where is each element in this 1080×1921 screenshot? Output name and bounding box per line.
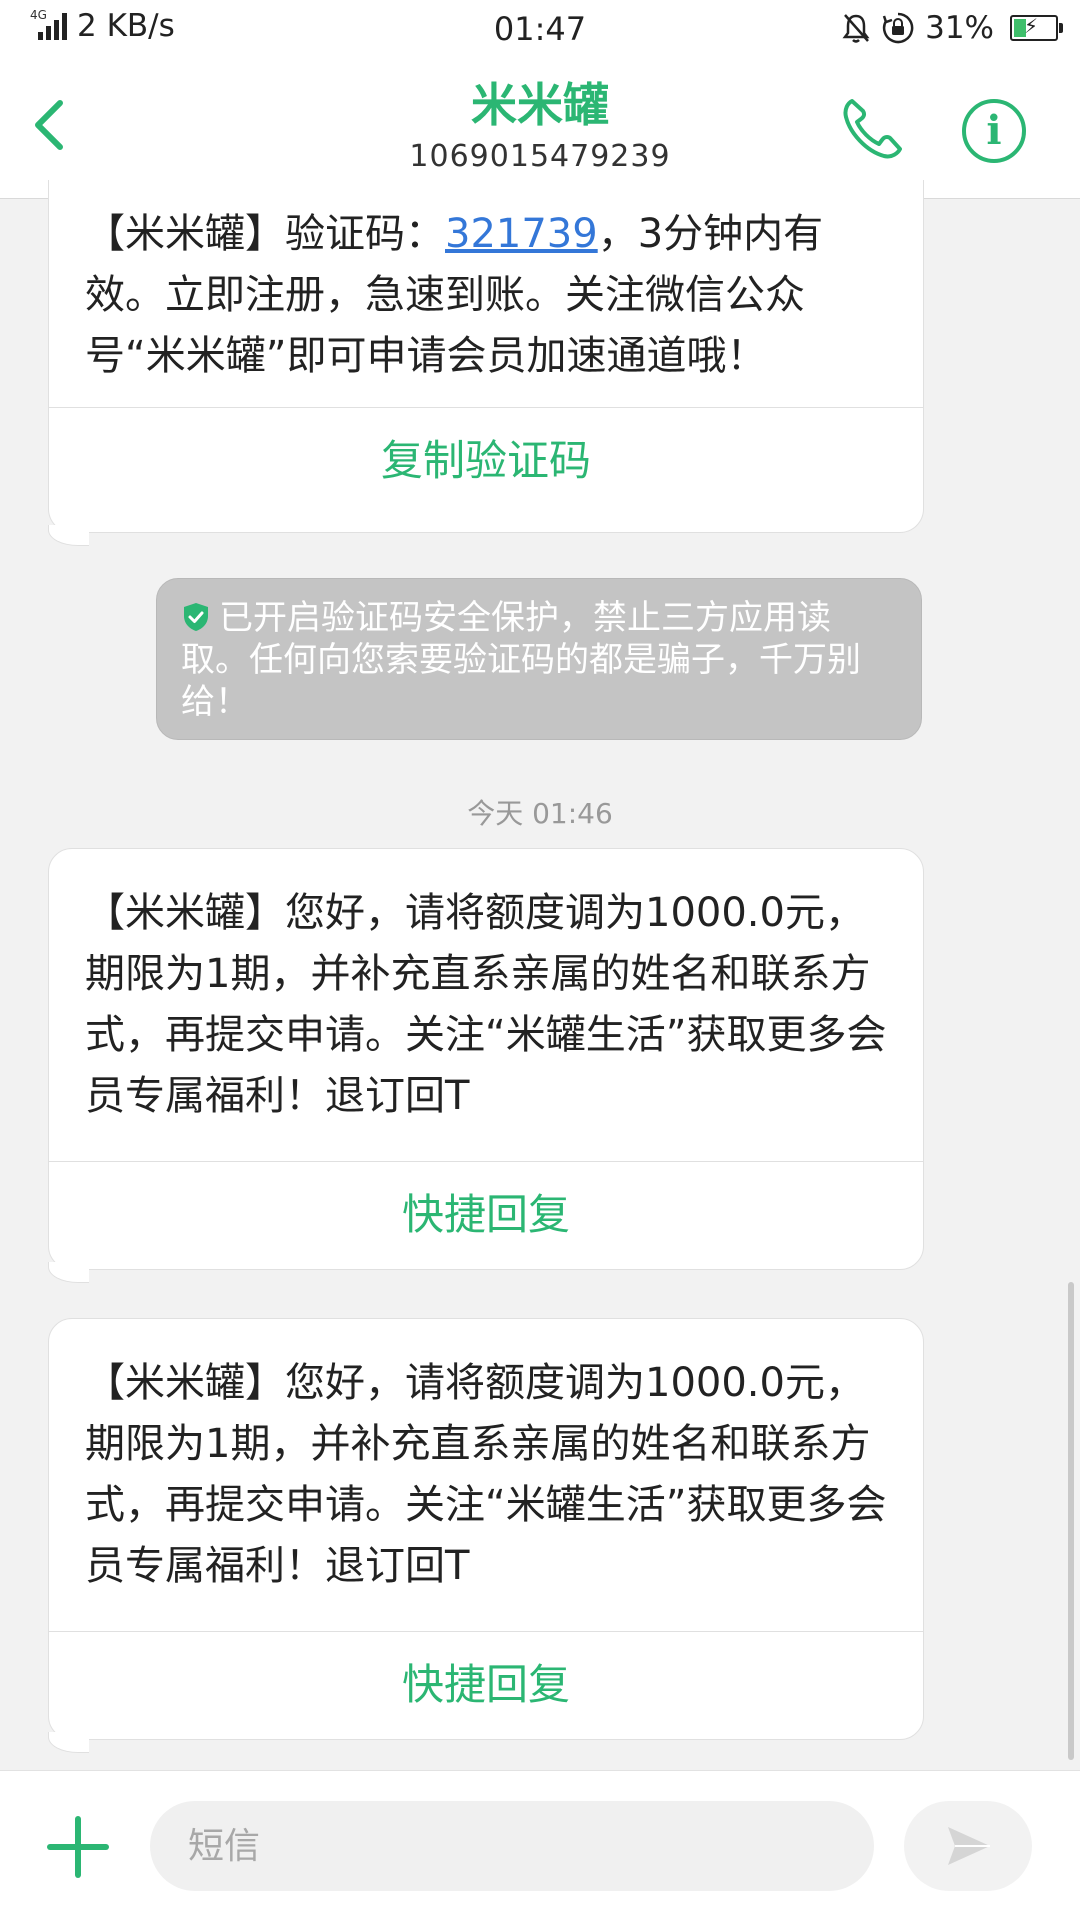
add-attachment-button[interactable]	[46, 1815, 110, 1879]
bubble-tail	[48, 525, 89, 546]
security-notice-text: 已开启验证码安全保护，禁止三方应用读取。任何向您索要验证码的都是骗子，千万别给！	[181, 598, 861, 722]
message-bubble: 【米米罐】验证码：321739，3分钟内有效。立即注册，急速到账。关注微信公众号…	[48, 180, 924, 546]
shield-check-icon	[184, 603, 208, 631]
rotation-lock-icon	[882, 12, 914, 44]
message-text[interactable]: 【米米罐】您好，请将额度调为1000.0元，期限为1期，并补充直系亲属的姓名和联…	[49, 1319, 923, 1631]
battery-charging-icon: ⚡	[1010, 14, 1063, 41]
message-text[interactable]: 【米米罐】您好，请将额度调为1000.0元，期限为1期，并补充直系亲属的姓名和联…	[49, 849, 923, 1161]
send-button[interactable]	[904, 1801, 1032, 1891]
security-notice: 已开启验证码安全保护，禁止三方应用读取。任何向您索要验证码的都是骗子，千万别给！	[156, 578, 922, 740]
mute-bell-icon	[842, 14, 870, 43]
verification-code-link[interactable]: 321739	[445, 211, 598, 257]
call-button[interactable]	[836, 93, 908, 165]
battery-percent: 31%	[925, 10, 994, 46]
message-input[interactable]	[150, 1801, 874, 1891]
info-button[interactable]: i	[962, 99, 1026, 163]
bubble-tail	[48, 1262, 89, 1283]
contact-number: 1069015479239	[409, 139, 671, 174]
send-icon	[948, 1827, 990, 1865]
scrollbar[interactable]	[1068, 1282, 1074, 1760]
message-composer	[0, 1770, 1080, 1921]
phone-icon	[843, 99, 902, 159]
message-bubble: 【米米罐】您好，请将额度调为1000.0元，期限为1期，并补充直系亲属的姓名和联…	[48, 848, 924, 1283]
conversation-header: 米米罐 1069015479239 i	[0, 55, 1080, 199]
info-icon: i	[986, 107, 1002, 154]
contact-name: 米米罐	[471, 78, 609, 132]
copy-code-button[interactable]: 复制验证码	[49, 407, 923, 514]
plus-icon	[47, 1816, 109, 1878]
message-text[interactable]: 【米米罐】验证码：321739，3分钟内有效。立即注册，急速到账。关注微信公众号…	[49, 180, 923, 393]
message-text-prefix: 【米米罐】验证码：	[85, 211, 445, 257]
charging-bolt-icon: ⚡	[1024, 14, 1039, 38]
bubble-tail	[48, 1732, 89, 1753]
status-bar: 4G 2 KB/s 01:47 31% ⚡	[0, 0, 1080, 55]
status-right: 31% ⚡	[841, 8, 1063, 48]
quick-reply-button[interactable]: 快捷回复	[49, 1161, 923, 1268]
message-bubble: 【米米罐】您好，请将额度调为1000.0元，期限为1期，并补充直系亲属的姓名和联…	[48, 1318, 924, 1753]
message-timestamp: 今天 01:46	[467, 797, 613, 830]
contact-info: 米米罐 1069015479239	[0, 77, 1080, 174]
quick-reply-button[interactable]: 快捷回复	[49, 1631, 923, 1738]
